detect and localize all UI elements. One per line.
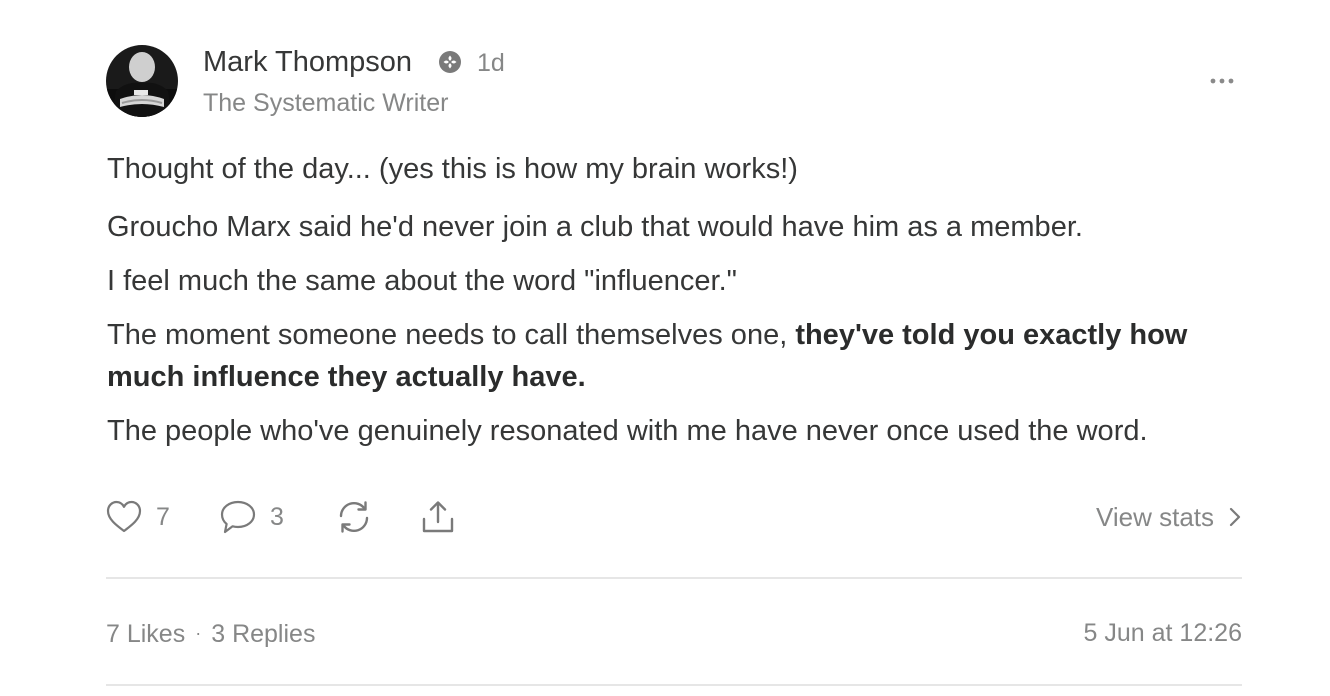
- engagement-summary: 7 Likes · 3 Replies: [106, 618, 315, 649]
- post-paragraph: The people who've genuinely resonated wi…: [107, 415, 1148, 447]
- restack-icon: [339, 501, 369, 533]
- post-paragraph: Groucho Marx said he'd never join a club…: [107, 211, 1083, 243]
- comment-icon: [220, 500, 256, 534]
- comment-button[interactable]: 3: [220, 496, 284, 538]
- like-count: 7: [156, 502, 170, 531]
- replies-link[interactable]: 3 Replies: [211, 620, 315, 648]
- author-name[interactable]: Mark Thompson: [203, 45, 412, 79]
- more-button[interactable]: [1202, 66, 1242, 96]
- post-paragraph: Thought of the day... (yes this is how m…: [107, 153, 798, 185]
- divider: [106, 684, 1242, 686]
- share-button[interactable]: [420, 496, 456, 538]
- avatar-image: [106, 45, 178, 117]
- post-text: The moment someone needs to call themsel…: [107, 319, 796, 351]
- heart-icon: [106, 500, 142, 533]
- avatar[interactable]: [106, 45, 178, 117]
- separator-dot: ·: [195, 623, 202, 643]
- like-button[interactable]: 7: [106, 496, 170, 538]
- view-stats-link[interactable]: View stats: [1096, 501, 1242, 533]
- chevron-right-icon: [1229, 507, 1241, 527]
- publication-name[interactable]: The Systematic Writer: [203, 89, 448, 117]
- post-time[interactable]: 1d: [477, 49, 505, 77]
- post-timestamp: 5 Jun at 12:26: [1083, 619, 1242, 647]
- post-paragraph: The moment someone needs to call themsel…: [107, 314, 1242, 398]
- more-icon: [1210, 78, 1234, 84]
- share-icon: [422, 501, 454, 533]
- restack-button[interactable]: [336, 496, 372, 538]
- likes-link[interactable]: 7 Likes: [106, 620, 185, 648]
- view-stats-label: View stats: [1095, 502, 1214, 532]
- post-paragraph: I feel much the same about the word "inf…: [107, 265, 737, 297]
- divider: [106, 577, 1242, 579]
- reply-count: 3: [270, 502, 284, 531]
- post-body: Thought of the day... (yes this is how m…: [107, 148, 1242, 464]
- badge-icon: [439, 51, 461, 73]
